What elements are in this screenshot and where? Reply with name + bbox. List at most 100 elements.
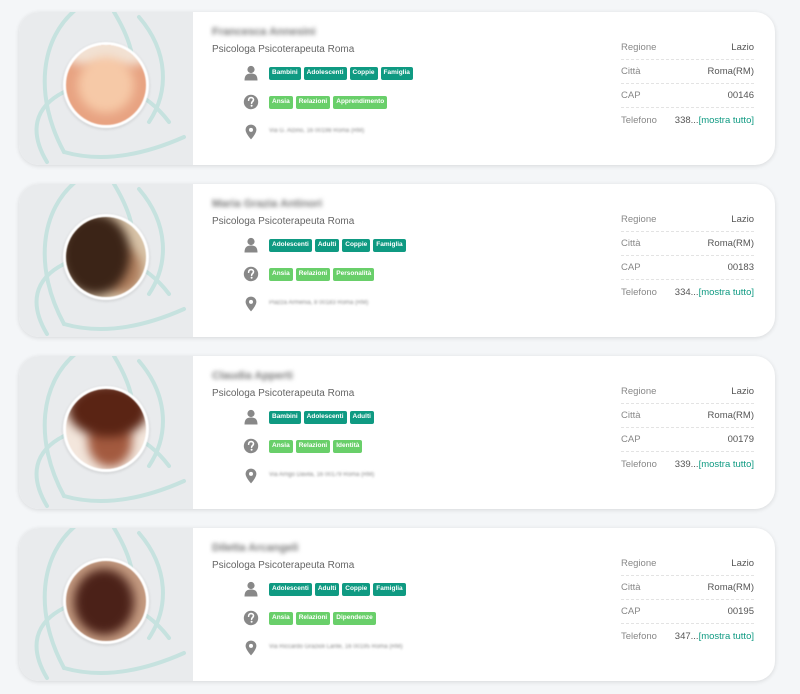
info-panel: Regione Lazio Città Roma(RM) CAP 00179 Telefon… bbox=[621, 380, 754, 476]
therapist-card[interactable]: Maria Grazia Antinori Psicologa Psicotera… bbox=[19, 184, 775, 337]
target-tags: Adolescenti Adulti Coppie Famiglia bbox=[269, 239, 406, 252]
show-all-link[interactable]: [mostra tutto] bbox=[699, 287, 754, 298]
target-tag[interactable]: Coppie bbox=[349, 67, 378, 80]
cap-row: CAP 00179 bbox=[621, 428, 754, 452]
city-row: Città Roma(RM) bbox=[621, 60, 754, 84]
region-label: Regione bbox=[621, 42, 657, 53]
issue-tags: Ansia Relazioni Apprendimento bbox=[269, 96, 388, 109]
issue-tag[interactable]: Ansia bbox=[269, 440, 293, 453]
cap-value: 00146 bbox=[727, 90, 754, 101]
map-pin-icon bbox=[245, 468, 257, 489]
person-icon bbox=[243, 65, 259, 86]
address-text: Via Riccardo Grazioli Lante, 16 00195 Ro… bbox=[269, 644, 403, 650]
region-label: Regione bbox=[621, 386, 657, 397]
therapist-name[interactable]: Claudia Apperti bbox=[212, 370, 293, 382]
target-tag[interactable]: Famiglia bbox=[373, 239, 406, 252]
show-all-link[interactable]: [mostra tutto] bbox=[699, 459, 754, 470]
issue-tags: Ansia Relazioni Identità bbox=[269, 440, 363, 453]
avatar-photo bbox=[74, 569, 134, 635]
phone-number: 338... bbox=[674, 114, 699, 126]
city-row: Città Roma(RM) bbox=[621, 576, 754, 600]
target-tag[interactable]: Famiglia bbox=[373, 583, 406, 596]
map-pin-icon bbox=[245, 640, 257, 661]
target-tag[interactable]: Bambini bbox=[269, 67, 301, 80]
avatar[interactable] bbox=[63, 214, 149, 300]
phone-number: 334... bbox=[674, 286, 699, 298]
therapist-name[interactable]: Diletta Arcangeli bbox=[212, 542, 298, 554]
issue-tag[interactable]: Personalità bbox=[333, 268, 375, 281]
target-tag[interactable]: Coppie bbox=[342, 239, 371, 252]
card-photo-panel bbox=[19, 356, 193, 509]
target-tag[interactable]: Adulti bbox=[314, 239, 340, 252]
region-label: Regione bbox=[621, 214, 657, 225]
avatar[interactable] bbox=[63, 386, 149, 472]
cap-label: CAP bbox=[621, 90, 641, 101]
issue-tag[interactable]: Relazioni bbox=[295, 440, 331, 453]
therapist-name[interactable]: Francesca Annesini bbox=[212, 26, 316, 38]
therapist-profession: Psicologa Psicoterapeuta Roma bbox=[212, 388, 355, 399]
target-tag[interactable]: Famiglia bbox=[380, 67, 413, 80]
target-tag[interactable]: Adulti bbox=[314, 583, 340, 596]
city-value: Roma(RM) bbox=[707, 66, 754, 77]
cap-value: 00179 bbox=[727, 434, 754, 445]
show-all-link[interactable]: [mostra tutto] bbox=[699, 115, 754, 126]
region-row: Regione Lazio bbox=[621, 208, 754, 232]
region-value: Lazio bbox=[731, 214, 754, 225]
info-panel: Regione Lazio Città Roma(RM) CAP 00146 Telefon… bbox=[621, 36, 754, 132]
phone-value: 338...[mostra tutto] bbox=[675, 115, 754, 126]
issue-tag[interactable]: Ansia bbox=[269, 96, 293, 109]
target-tag[interactable]: Adolescenti bbox=[303, 411, 347, 424]
target-tag[interactable]: Coppie bbox=[342, 583, 371, 596]
person-icon bbox=[243, 581, 259, 602]
target-tag[interactable]: Adolescenti bbox=[303, 67, 347, 80]
avatar-photo bbox=[68, 389, 146, 437]
region-value: Lazio bbox=[731, 386, 754, 397]
city-value: Roma(RM) bbox=[707, 582, 754, 593]
issue-tag[interactable]: Relazioni bbox=[295, 96, 331, 109]
issue-tags: Ansia Relazioni Personalità bbox=[269, 268, 375, 281]
phone-label: Telefono bbox=[621, 458, 657, 470]
region-value: Lazio bbox=[731, 558, 754, 569]
phone-row: Telefono 334...[mostra tutto] bbox=[621, 280, 754, 304]
issue-tag[interactable]: Ansia bbox=[269, 612, 293, 625]
city-row: Città Roma(RM) bbox=[621, 404, 754, 428]
cap-label: CAP bbox=[621, 434, 641, 445]
person-icon bbox=[243, 409, 259, 430]
therapist-card[interactable]: Diletta Arcangeli Psicologa Psicoterapeut… bbox=[19, 528, 775, 681]
info-panel: Regione Lazio Città Roma(RM) CAP 00183 Telefon… bbox=[621, 208, 754, 304]
cap-value: 00183 bbox=[727, 262, 754, 273]
issue-tag[interactable]: Relazioni bbox=[295, 612, 331, 625]
therapist-card[interactable]: Francesca Annesini Psicologa Psicoterapeu… bbox=[19, 12, 775, 165]
target-tag[interactable]: Bambini bbox=[269, 411, 301, 424]
phone-row: Telefono 338...[mostra tutto] bbox=[621, 108, 754, 132]
issue-tag[interactable]: Identità bbox=[333, 440, 363, 453]
avatar[interactable] bbox=[63, 558, 149, 644]
city-label: Città bbox=[621, 238, 641, 249]
phone-label: Telefono bbox=[621, 114, 657, 126]
cap-row: CAP 00183 bbox=[621, 256, 754, 280]
phone-label: Telefono bbox=[621, 630, 657, 642]
issue-tag[interactable]: Relazioni bbox=[295, 268, 331, 281]
issue-tag[interactable]: Dipendenze bbox=[333, 612, 376, 625]
phone-row: Telefono 347...[mostra tutto] bbox=[621, 624, 754, 648]
map-pin-icon bbox=[245, 124, 257, 145]
issue-tag[interactable]: Ansia bbox=[269, 268, 293, 281]
issue-tag[interactable]: Apprendimento bbox=[333, 96, 388, 109]
show-all-link[interactable]: [mostra tutto] bbox=[699, 631, 754, 642]
therapist-name[interactable]: Maria Grazia Antinori bbox=[212, 198, 322, 210]
region-value: Lazio bbox=[731, 42, 754, 53]
map-pin-icon bbox=[245, 296, 257, 317]
info-panel: Regione Lazio Città Roma(RM) CAP 00195 Telefon… bbox=[621, 552, 754, 648]
target-tag[interactable]: Adolescenti bbox=[269, 583, 312, 596]
cap-row: CAP 00146 bbox=[621, 84, 754, 108]
avatar[interactable] bbox=[63, 42, 149, 128]
person-icon bbox=[243, 237, 259, 258]
phone-value: 347...[mostra tutto] bbox=[675, 631, 754, 642]
target-tag[interactable]: Adolescenti bbox=[269, 239, 312, 252]
target-tag[interactable]: Adulti bbox=[349, 411, 374, 424]
city-value: Roma(RM) bbox=[707, 238, 754, 249]
therapist-card[interactable]: Claudia Apperti Psicologa Psicoterapeuta … bbox=[19, 356, 775, 509]
card-photo-panel bbox=[19, 528, 193, 681]
address-text: Piazza Armenia, 8 00183 Roma (RM) bbox=[269, 300, 369, 306]
target-tags: Bambini Adolescenti Adulti bbox=[269, 411, 374, 424]
